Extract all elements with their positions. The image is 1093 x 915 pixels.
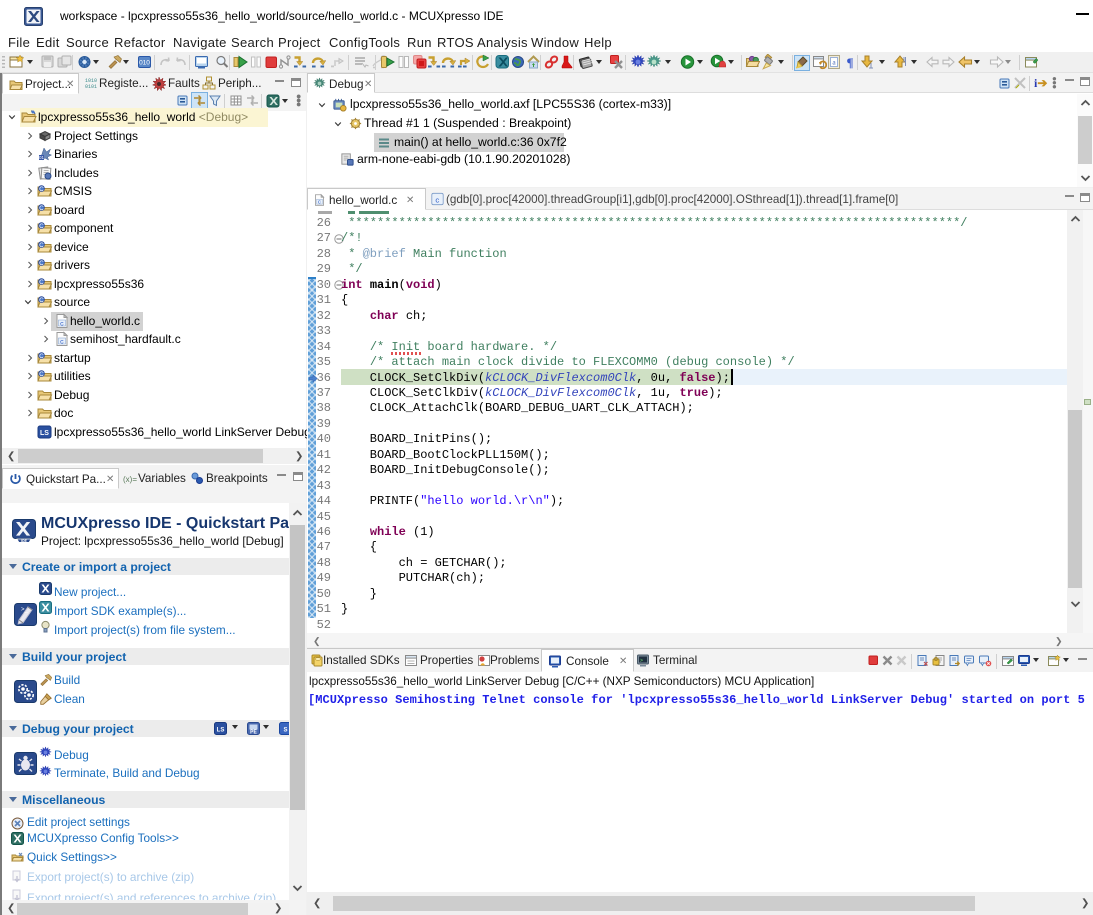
svg-text:010: 010 (139, 60, 150, 67)
svg-text:LS: LS (40, 430, 49, 437)
svg-text:¶: ¶ (846, 55, 853, 70)
svg-text:LS: LS (217, 728, 225, 734)
svg-text:01: 01 (39, 155, 45, 160)
svg-text:0101: 0101 (85, 84, 97, 90)
svg-text:>: > (640, 658, 643, 664)
svg-text:S: S (283, 728, 287, 734)
svg-text:PE: PE (250, 730, 257, 736)
svg-text:IDE: IDE (21, 539, 27, 543)
svg-text:c: c (435, 197, 439, 205)
svg-text:(x)=: (x)= (123, 475, 137, 484)
svg-text:>_: >_ (21, 607, 29, 613)
